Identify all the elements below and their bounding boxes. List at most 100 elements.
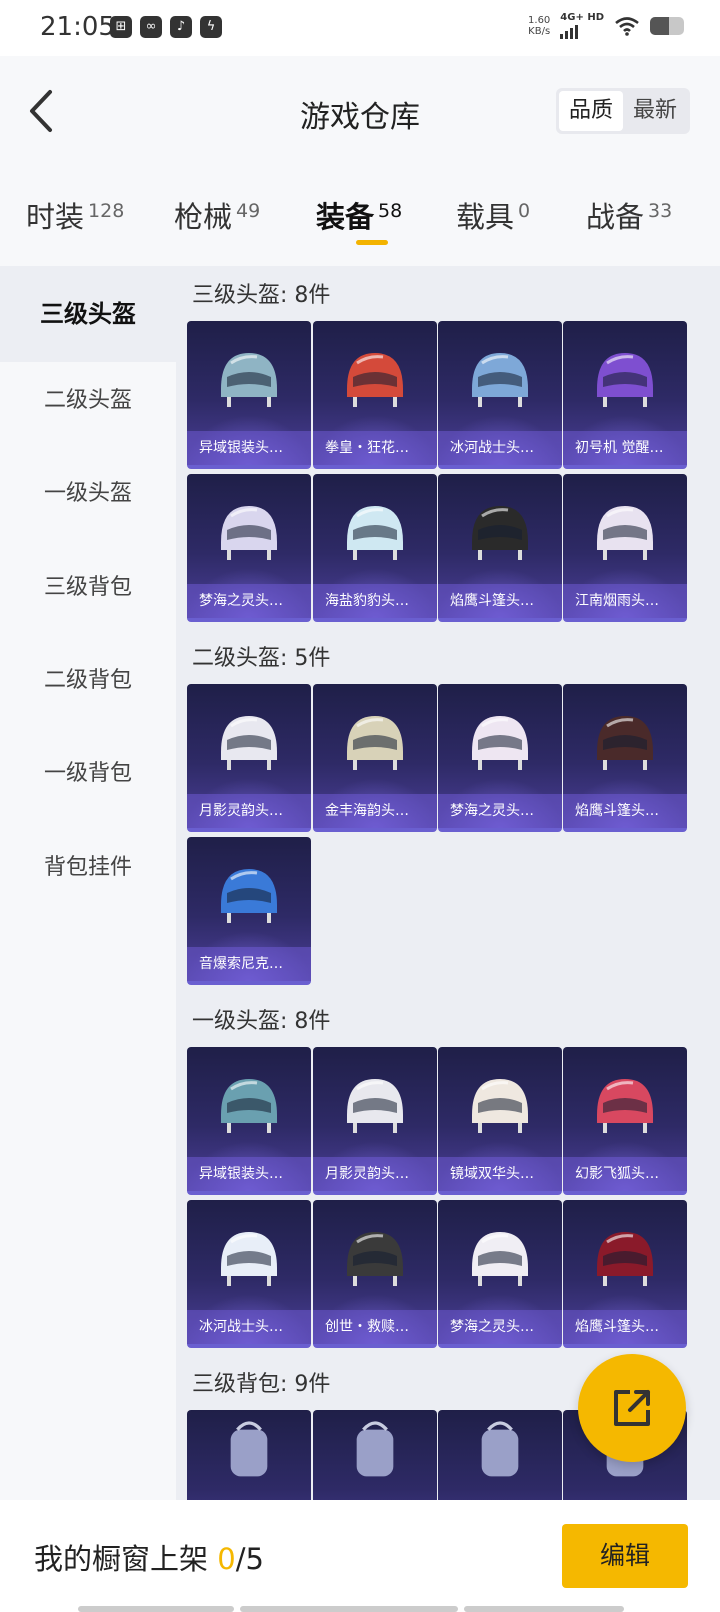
item-name: 焰鹰斗篷头…: [563, 1310, 687, 1344]
showcase-label: 我的橱窗上架: [34, 1542, 209, 1576]
tab-count: 49: [236, 200, 261, 222]
helmet-icon: [347, 506, 403, 560]
status-bar: 21:05 ⊞ ∞ ♪ ϟ 1.60 KB/s 4G+ HD: [0, 0, 720, 56]
helmet-card[interactable]: 冰河战士头…: [187, 1200, 311, 1348]
helmet-icon: [597, 1232, 653, 1286]
helmet-card[interactable]: 异域银装头…: [187, 1047, 311, 1195]
helmet-icon: [597, 506, 653, 560]
helmet-card[interactable]: 月影灵韵头…: [187, 684, 311, 832]
item-name: 镜域双华头…: [438, 1157, 562, 1191]
page-header: 游戏仓库 品质 最新: [0, 56, 720, 168]
wifi-icon: [615, 16, 639, 36]
tab-count: 0: [518, 200, 531, 222]
item-name: 创世・救赎…: [313, 1310, 437, 1344]
item-name: 音爆索尼克…: [187, 947, 311, 981]
helmet-card[interactable]: 音爆索尼克…: [187, 837, 311, 985]
helmet-card[interactable]: 梦海之灵头…: [187, 474, 311, 622]
tab-supplies[interactable]: 战备 33: [586, 194, 672, 236]
helmet-card[interactable]: 焰鹰斗篷头…: [563, 684, 687, 832]
signal-icon: [560, 23, 604, 39]
helmet-icon: [597, 1079, 653, 1133]
item-name: 初号机 觉醒…: [563, 431, 687, 465]
helmet-card[interactable]: 江南烟雨头…: [563, 474, 687, 622]
section-title: 一级头盔: 8件: [192, 1009, 331, 1034]
edit-button[interactable]: 编辑: [562, 1524, 688, 1588]
backpack-icon: [230, 1421, 268, 1477]
status-time: 21:05: [40, 12, 115, 42]
tab-count: 58: [378, 200, 403, 222]
share-button[interactable]: [578, 1354, 686, 1462]
helmet-icon: [472, 1232, 528, 1286]
tab-fashion[interactable]: 时装 128: [26, 194, 124, 236]
tab-guns[interactable]: 枪械 49: [174, 194, 260, 236]
helmet-icon: [221, 506, 277, 560]
helmet-icon: [472, 1079, 528, 1133]
item-name: 异域银装头…: [187, 1157, 311, 1191]
item-name: 梦海之灵头…: [438, 1310, 562, 1344]
sidebar-item-level1-backpack[interactable]: 一级背包: [0, 726, 176, 822]
network-indicator: 4G+ HD: [560, 12, 604, 39]
network-type: 4G+ HD: [560, 12, 604, 23]
network-speed-value: 1.60: [528, 14, 551, 26]
helmet-card[interactable]: 梦海之灵头…: [438, 684, 562, 832]
tab-label: 战备: [586, 200, 645, 234]
item-name: 冰河战士头…: [187, 1310, 311, 1344]
helmet-card[interactable]: 镜域双华头…: [438, 1047, 562, 1195]
tab-label: 枪械: [174, 200, 233, 234]
network-speed: 1.60 KB/s: [528, 15, 550, 37]
helmet-card[interactable]: 拳皇・狂花…: [313, 321, 437, 469]
item-name: 金丰海韵头…: [313, 794, 437, 828]
helmet-card[interactable]: 焰鹰斗篷头…: [563, 1200, 687, 1348]
bolt-notification-icon: ϟ: [200, 16, 222, 38]
backpack-icon: [481, 1421, 519, 1477]
tab-label: 时装: [26, 200, 85, 234]
app-notification-icon: ⊞: [110, 16, 132, 38]
sort-toggle: 品质 最新: [555, 88, 690, 134]
helmet-icon: [221, 869, 277, 923]
tab-vehicles[interactable]: 载具 0: [456, 194, 530, 236]
showcase-current: 0: [217, 1542, 236, 1576]
sidebar-item-level3-helmet[interactable]: 三级头盔: [0, 266, 176, 362]
sort-quality-option[interactable]: 品质: [558, 91, 623, 131]
battery-icon: [650, 16, 684, 35]
helmet-icon: [347, 1079, 403, 1133]
network-speed-unit: KB/s: [528, 25, 551, 37]
helmet-icon: [472, 353, 528, 407]
backpack-icon: [356, 1421, 394, 1477]
helmet-card[interactable]: 梦海之灵头…: [438, 1200, 562, 1348]
item-name: 梦海之灵头…: [438, 794, 562, 828]
helmet-card[interactable]: 异域银装头…: [187, 321, 311, 469]
sidebar-item-level3-backpack[interactable]: 三级背包: [0, 540, 176, 636]
helmet-card[interactable]: 初号机 觉醒…: [563, 321, 687, 469]
backpack-card[interactable]: [438, 1410, 562, 1500]
helmet-card[interactable]: 冰河战士头…: [438, 321, 562, 469]
helmet-icon: [347, 1232, 403, 1286]
backpack-card[interactable]: [313, 1410, 437, 1500]
helmet-icon: [221, 353, 277, 407]
sidebar-item-backpack-charm[interactable]: 背包挂件: [0, 820, 176, 916]
sidebar-item-level1-helmet[interactable]: 一级头盔: [0, 446, 176, 542]
showcase-total: 5: [245, 1542, 264, 1576]
item-name: 焰鹰斗篷头…: [438, 584, 562, 618]
section-title: 三级头盔: 8件: [192, 283, 331, 308]
helmet-icon: [347, 353, 403, 407]
helmet-card[interactable]: 金丰海韵头…: [313, 684, 437, 832]
category-tabs: 时装 128 枪械 49 装备 58 载具 0 战备 33: [0, 168, 720, 266]
tab-count: 33: [648, 200, 673, 222]
sidebar-item-level2-helmet[interactable]: 二级头盔: [0, 353, 176, 449]
item-name: 梦海之灵头…: [187, 584, 311, 618]
helmet-card[interactable]: 幻影飞狐头…: [563, 1047, 687, 1195]
tab-equipment[interactable]: 装备 58: [316, 194, 402, 236]
helmet-card[interactable]: 创世・救赎…: [313, 1200, 437, 1348]
helmet-card[interactable]: 月影灵韵头…: [313, 1047, 437, 1195]
sidebar-item-level2-backpack[interactable]: 二级背包: [0, 633, 176, 729]
section-title: 二级头盔: 5件: [192, 646, 331, 671]
helmet-card[interactable]: 焰鹰斗篷头…: [438, 474, 562, 622]
helmet-card[interactable]: 海盐豹豹头…: [313, 474, 437, 622]
backpack-card[interactable]: [187, 1410, 311, 1500]
helmet-icon: [597, 353, 653, 407]
sort-newest-option[interactable]: 最新: [623, 91, 687, 131]
sidebar: 三级头盔 二级头盔 一级头盔 三级背包 二级背包 一级背包 背包挂件: [0, 266, 176, 1500]
item-name: 江南烟雨头…: [563, 584, 687, 618]
gesture-bar: [78, 1606, 624, 1612]
